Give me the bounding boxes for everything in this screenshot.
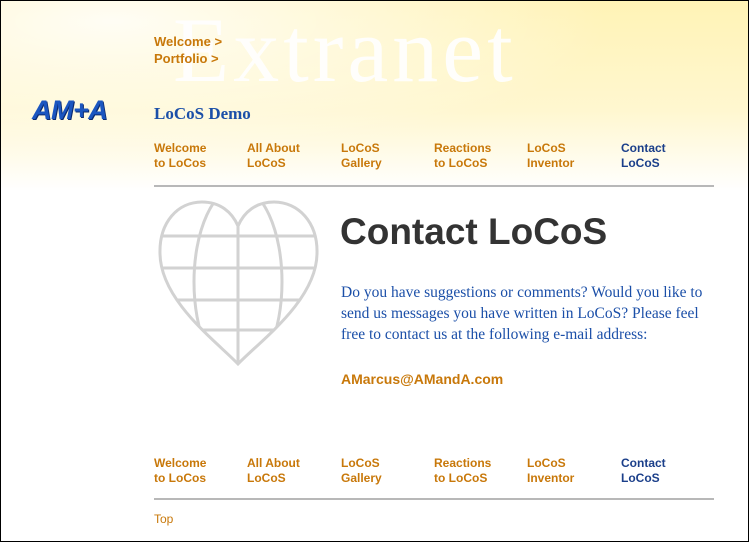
- email-link[interactable]: AMarcus@AMandA.com: [341, 371, 503, 387]
- nav-all-about[interactable]: All About LoCoS: [247, 141, 327, 171]
- bottom-nav-reactions[interactable]: Reactions to LoCoS: [434, 456, 514, 486]
- page-frame: Extranet Welcome > Portfolio > AM+A LoCo…: [0, 0, 749, 542]
- bottom-divider: [154, 498, 714, 500]
- nav-inventor[interactable]: LoCoS Inventor: [527, 141, 607, 171]
- bottom-nav-gallery[interactable]: LoCoS Gallery: [341, 456, 421, 486]
- nav-welcome[interactable]: Welcome to LoCos: [154, 141, 234, 171]
- nav-reactions[interactable]: Reactions to LoCoS: [434, 141, 514, 171]
- bottom-nav-all-about[interactable]: All About LoCoS: [247, 456, 327, 486]
- breadcrumb-portfolio[interactable]: Portfolio >: [154, 51, 219, 66]
- page-title: Contact LoCoS: [340, 211, 608, 252]
- top-divider: [154, 185, 714, 187]
- top-nav: Welcome to LoCos All About LoCoS LoCoS G…: [154, 141, 714, 177]
- nav-contact[interactable]: Contact LoCoS: [621, 141, 701, 171]
- bottom-nav-welcome[interactable]: Welcome to LoCos: [154, 456, 234, 486]
- extranet-watermark: Extranet: [173, 0, 517, 101]
- heart-globe-icon: [158, 200, 319, 367]
- top-link[interactable]: Top: [154, 512, 173, 526]
- ama-logo[interactable]: AM+A: [32, 95, 108, 126]
- bottom-nav-contact[interactable]: Contact LoCoS: [621, 456, 701, 486]
- contact-description: Do you have suggestions or comments? Wou…: [341, 284, 703, 343]
- bottom-nav: Welcome to LoCos All About LoCoS LoCoS G…: [154, 456, 714, 492]
- bottom-nav-inventor[interactable]: LoCoS Inventor: [527, 456, 607, 486]
- breadcrumb-welcome[interactable]: Welcome >: [154, 34, 222, 49]
- site-title: LoCoS Demo: [154, 104, 251, 123]
- nav-gallery[interactable]: LoCoS Gallery: [341, 141, 421, 171]
